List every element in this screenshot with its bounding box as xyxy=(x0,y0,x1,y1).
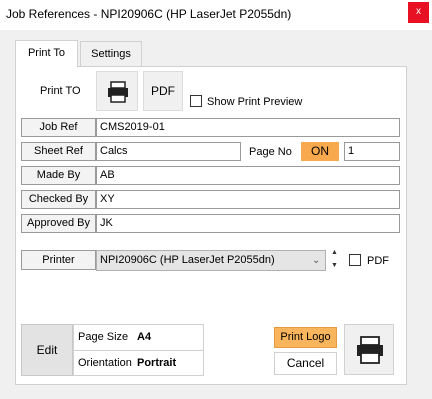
spin-up-icon[interactable]: ▲ xyxy=(331,249,338,257)
chevron-down-icon: ⌄ xyxy=(312,255,321,266)
approved-by-label: Approved By xyxy=(21,214,96,233)
page-no-label: Page No xyxy=(249,146,292,158)
checked-by-input[interactable]: XY xyxy=(96,190,400,209)
job-ref-label: Job Ref xyxy=(21,118,96,137)
cancel-button[interactable]: Cancel xyxy=(274,352,337,375)
page-setup-info: Page Size A4 Orientation Portrait xyxy=(73,324,204,376)
printer-select[interactable]: NPI20906C (HP LaserJet P2055dn) ⌄ xyxy=(96,250,326,271)
spin-down-icon[interactable]: ▼ xyxy=(331,262,338,270)
printer-pdf-checkbox[interactable] xyxy=(349,254,361,266)
checked-by-label: Checked By xyxy=(21,190,96,209)
show-preview-checkbox[interactable] xyxy=(190,95,202,107)
print-to-label: Print TO xyxy=(40,85,81,97)
print-to-pdf-button[interactable]: PDF xyxy=(143,71,183,111)
page-size-row: Page Size A4 xyxy=(74,325,203,350)
printer-label: Printer xyxy=(21,250,96,270)
sheet-ref-input[interactable]: Calcs xyxy=(96,142,241,161)
show-preview-label: Show Print Preview xyxy=(207,96,303,108)
orientation-value: Portrait xyxy=(137,357,177,369)
page-no-input[interactable]: 1 xyxy=(344,142,400,161)
printer-icon xyxy=(108,81,128,103)
approved-by-input[interactable]: JK xyxy=(96,214,400,233)
tab-print-to[interactable]: Print To xyxy=(15,40,78,67)
print-logo-button[interactable]: Print Logo xyxy=(274,327,337,348)
printer-pdf-label: PDF xyxy=(367,255,389,267)
page-no-toggle[interactable]: ON xyxy=(301,142,339,161)
orientation-row: Orientation Portrait xyxy=(74,351,203,376)
orientation-label: Orientation xyxy=(78,357,132,369)
printer-select-value: NPI20906C (HP LaserJet P2055dn) xyxy=(100,254,275,266)
sheet-ref-label: Sheet Ref xyxy=(21,142,96,161)
made-by-input[interactable]: AB xyxy=(96,166,400,185)
print-to-printer-button[interactable] xyxy=(96,71,138,111)
printer-icon xyxy=(357,336,383,364)
close-button[interactable]: x xyxy=(408,2,429,23)
print-button[interactable] xyxy=(344,324,394,375)
page-size-value: A4 xyxy=(137,331,152,343)
tab-settings[interactable]: Settings xyxy=(80,41,142,66)
made-by-label: Made By xyxy=(21,166,96,185)
job-ref-input[interactable]: CMS2019-01 xyxy=(96,118,400,137)
page-size-label: Page Size xyxy=(78,331,129,343)
close-icon: x xyxy=(416,6,421,17)
edit-button[interactable]: Edit xyxy=(21,324,73,376)
window-title: Job References - NPI20906C (HP LaserJet … xyxy=(6,7,292,21)
